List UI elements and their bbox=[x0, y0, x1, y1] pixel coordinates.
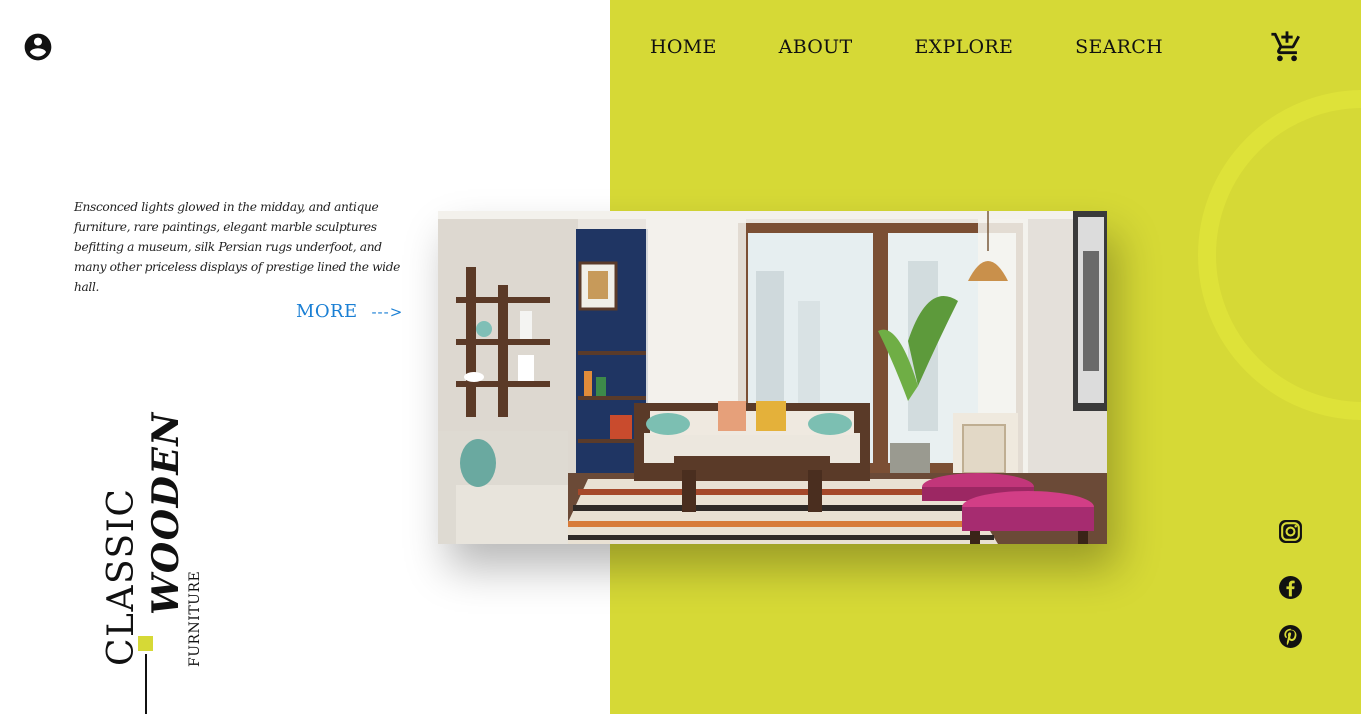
instagram-icon[interactable] bbox=[1278, 519, 1303, 544]
facebook-icon[interactable] bbox=[1278, 575, 1303, 600]
more-link[interactable]: MORE ---> bbox=[296, 301, 403, 322]
more-label: MORE bbox=[296, 301, 358, 322]
pinterest-icon[interactable] bbox=[1278, 624, 1303, 649]
headline-furniture: FURNITURE bbox=[187, 570, 203, 667]
decorative-ring bbox=[1198, 90, 1361, 420]
more-arrow: ---> bbox=[371, 302, 404, 321]
nav-explore[interactable]: EXPLORE bbox=[914, 36, 1013, 62]
main-nav: HOME ABOUT EXPLORE SEARCH bbox=[650, 36, 1163, 62]
intro-text: Ensconced lights glowed in the midday, a… bbox=[74, 200, 401, 294]
headline-classic: CLASSIC bbox=[101, 487, 142, 666]
hero-image bbox=[438, 211, 1107, 544]
nav-search[interactable]: SEARCH bbox=[1075, 36, 1163, 62]
headline-wooden: WOODEN bbox=[145, 411, 187, 615]
living-room-illustration bbox=[438, 211, 1107, 544]
nav-about[interactable]: ABOUT bbox=[779, 36, 853, 62]
nav-home[interactable]: HOME bbox=[650, 36, 717, 62]
accent-square bbox=[138, 636, 153, 651]
add-shopping-cart-icon[interactable] bbox=[1270, 30, 1304, 64]
vertical-divider bbox=[145, 654, 147, 714]
account-circle-icon[interactable] bbox=[22, 31, 54, 63]
